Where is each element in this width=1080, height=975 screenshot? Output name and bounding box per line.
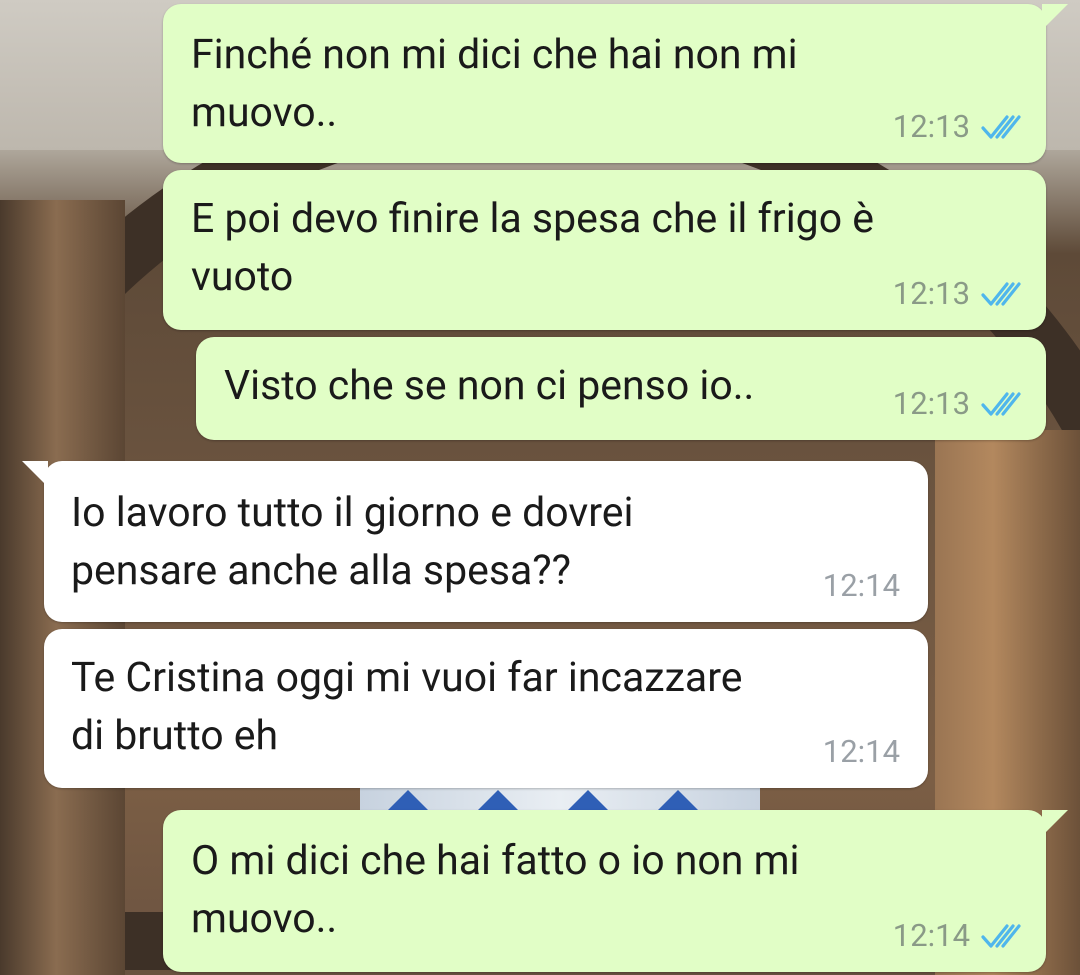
double-check-icon <box>981 114 1021 139</box>
message-time: 12:13 <box>892 385 970 422</box>
message-bubble-outgoing[interactable]: Finché non mi dici che hai non mi muovo.… <box>163 4 1068 163</box>
message-list[interactable]: Finché non mi dici che hai non mi muovo.… <box>0 0 1080 975</box>
message-time: 12:14 <box>892 917 970 954</box>
double-check-icon <box>981 281 1021 306</box>
double-check-icon <box>981 391 1021 416</box>
message-text: Io lavoro tutto il giorno e dovrei pensa… <box>71 489 634 595</box>
message-time: 12:14 <box>822 567 900 604</box>
message-bubble-outgoing[interactable]: Visto che se non ci penso io.. 12:13 <box>196 337 1046 440</box>
message-text: E poi devo finire la spesa che il frigo … <box>191 195 874 301</box>
message-bubble-outgoing[interactable]: O mi dici che hai fatto o io non mi muov… <box>163 810 1068 972</box>
message-text: O mi dici che hai fatto o io non mi muov… <box>191 837 800 943</box>
message-text: Te Cristina oggi mi vuoi far incazzare d… <box>71 654 743 760</box>
message-bubble-incoming[interactable]: Te Cristina oggi mi vuoi far incazzare d… <box>44 629 928 788</box>
double-check-icon <box>981 923 1021 948</box>
message-text: Visto che se non ci penso io.. <box>224 362 755 410</box>
message-time: 12:13 <box>892 275 970 312</box>
message-bubble-outgoing[interactable]: E poi devo finire la spesa che il frigo … <box>163 170 1046 330</box>
message-bubble-incoming[interactable]: Io lavoro tutto il giorno e dovrei pensa… <box>22 461 928 622</box>
message-time: 12:14 <box>822 733 900 770</box>
message-text: Finché non mi dici che hai non mi muovo.… <box>191 31 798 137</box>
message-time: 12:13 <box>892 108 970 145</box>
